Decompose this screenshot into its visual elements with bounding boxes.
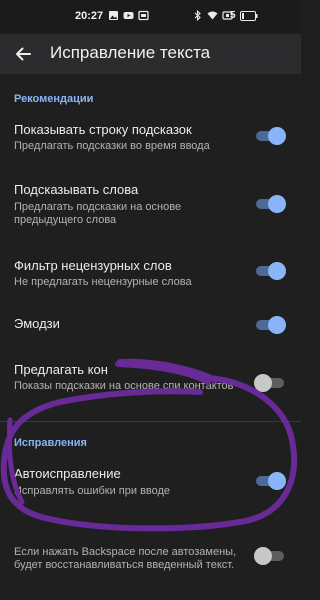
app-bar: Исправление текста [0,34,301,74]
toggle-switch[interactable] [254,373,286,393]
gallery-icon [109,11,118,20]
section-header-recommendations: Рекомендации [14,93,94,105]
toggle-switch[interactable] [254,471,286,491]
status-right-icons [192,10,233,21]
page-title: Исправление текста [50,43,211,62]
annotation-circle-scribble [0,358,298,532]
toggle-switch[interactable] [254,126,286,146]
setting-emoji[interactable]: Эмодзи [0,316,301,336]
battery-icon [240,11,258,21]
arrow-left-icon [16,47,31,61]
status-left-icons [108,10,149,21]
toggle-switch[interactable] [254,194,286,214]
map-icon [138,10,149,21]
setting-title: Фильтр нецензурных слов [14,258,172,273]
section-header-corrections: Исправления [14,437,87,449]
setting-summary: Не предлагать нецензурные слова [14,276,192,288]
battery-level: 5 [230,10,236,21]
setting-block-offensive-words[interactable]: Фильтр нецензурных слов Не предлагать не… [0,258,301,296]
toggle-switch[interactable] [254,546,286,566]
setting-title: Предлагать кон [14,362,108,377]
status-bar: 20:27 5 [0,0,301,34]
setting-title: Автоисправление [14,466,121,481]
section-divider [0,421,301,422]
back-button[interactable] [10,41,36,67]
setting-summary: Показы подсказки на основе спи контактов [14,380,234,392]
toggle-switch[interactable] [254,261,286,281]
setting-next-word-suggestions[interactable]: Подсказывать слова Предлагать подсказки … [0,182,301,234]
setting-title: Эмодзи [14,316,60,331]
setting-autocorrection[interactable]: Автоисправление Исправлять ошибки при вв… [0,466,301,502]
setting-undo-autocorrect-on-backspace[interactable]: Если нажать Backspace после автозамены, … [0,528,301,594]
setting-title: Подсказывать слова [14,182,139,197]
setting-title: Показывать строку подсказок [14,122,192,137]
bluetooth-icon [194,10,201,21]
setting-summary: Предлагать подсказки во время ввода [14,140,210,152]
toggle-switch[interactable] [254,315,286,335]
setting-contact-suggestions[interactable]: Предлагать кон Показы подсказки на основ… [0,362,301,410]
setting-show-suggestion-strip[interactable]: Показывать строку подсказок Предлагать п… [0,122,301,162]
youtube-icon [123,12,134,19]
wifi-icon [207,11,218,20]
setting-summary: Предлагать подсказки на основе предыдуще… [14,201,182,226]
status-time: 20:27 [75,10,104,22]
setting-summary: Исправлять ошибки при вводе [14,485,171,497]
setting-summary: Если нажать Backspace после автозамены, … [14,546,237,571]
settings-screen: 20:27 5 Исправление текста Рекомендации … [0,0,301,600]
